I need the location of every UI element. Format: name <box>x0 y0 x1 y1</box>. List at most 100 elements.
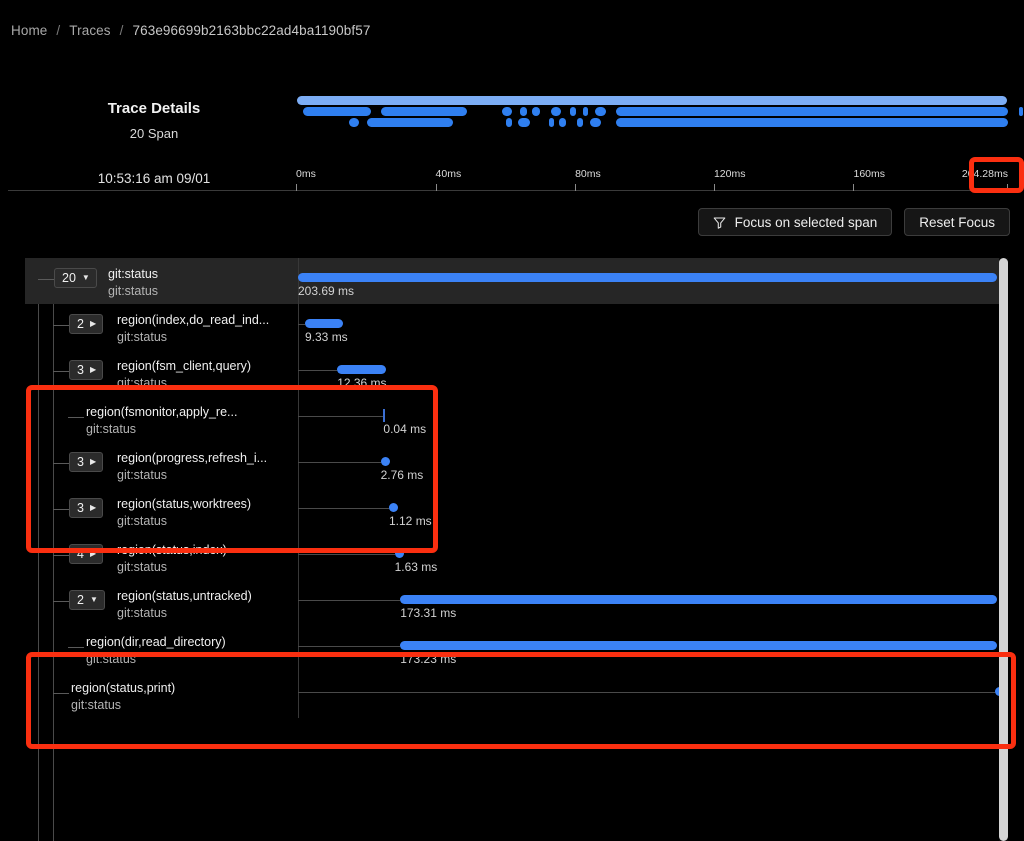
span-leader-line <box>298 646 400 647</box>
span-service-name: git:status <box>86 652 136 666</box>
timeline-tick-label: 0ms <box>296 168 316 180</box>
focus-on-selected-span-button[interactable]: Focus on selected span <box>698 208 893 236</box>
timeline-tick-label: 120ms <box>714 168 746 180</box>
span-duration-label: 1.12 ms <box>389 514 432 528</box>
minimap-span-segment <box>303 107 371 116</box>
span-row[interactable]: 3▶region(fsm_client,query)git:status12.3… <box>25 350 1000 396</box>
span-name: region(fsmonitor,apply_re... <box>86 405 237 419</box>
span-children-toggle[interactable]: 3▶ <box>69 360 103 380</box>
timeline-tick-label: 160ms <box>853 168 885 180</box>
span-service-name: git:status <box>117 376 167 390</box>
minimap-span-segment <box>577 118 583 127</box>
span-children-toggle[interactable]: 3▶ <box>69 498 103 518</box>
timeline-column-divider <box>298 488 299 534</box>
timeline-column-divider <box>298 396 299 442</box>
minimap-span-segment <box>590 118 601 127</box>
minimap-span-segment <box>1019 107 1023 116</box>
timeline-ticks: 0ms40ms80ms120ms160ms204.28ms <box>296 168 1008 192</box>
span-children-toggle[interactable]: 20 ▼ <box>54 268 97 288</box>
minimap-span-segment <box>549 118 554 127</box>
trace-detail-page: Home / Traces / 763e96699b2163bbc22ad4ba… <box>0 0 1024 841</box>
timeline-tick-label: 80ms <box>575 168 601 180</box>
span-duration-bar[interactable] <box>395 549 404 558</box>
breadcrumb-item-trace-id[interactable]: 763e96699b2163bbc22ad4ba1190bf57 <box>133 23 371 38</box>
focus-toolbar: Focus on selected span Reset Focus <box>698 208 1010 236</box>
trace-start-time: 10:53:16 am 09/01 <box>0 171 308 186</box>
span-duration-bar[interactable] <box>305 319 343 328</box>
span-duration-bar[interactable] <box>381 457 391 466</box>
breadcrumb-item-traces[interactable]: Traces <box>69 23 110 38</box>
span-row[interactable]: 2▼ region(status,untracked) git:status 173.… <box>25 580 1000 626</box>
breadcrumb-separator: / <box>120 23 124 38</box>
span-duration-label: 203.69 ms <box>298 284 354 298</box>
span-children-toggle[interactable]: 3▶ <box>69 452 103 472</box>
span-service-name: git:status <box>86 422 136 436</box>
span-duration-bar[interactable] <box>337 365 386 374</box>
span-duration-bar[interactable] <box>383 409 385 422</box>
span-row[interactable]: 3▶region(status,worktrees)git:status1.12… <box>25 488 1000 534</box>
span-name: region(progress,refresh_i... <box>117 451 267 465</box>
span-service-name: git:status <box>108 284 158 298</box>
minimap-row <box>296 107 1008 116</box>
chevron-right-icon: ▶ <box>90 458 96 466</box>
chevron-right-icon: ▶ <box>90 550 96 558</box>
span-row[interactable]: 2▶region(index,do_read_ind...git:status9… <box>25 304 1000 350</box>
span-waterfall-list[interactable]: 20▼git:statusgit:status203.69 ms2▶region… <box>0 258 1024 841</box>
span-name: region(status,worktrees) <box>117 497 251 511</box>
waterfall-scrollbar-thumb[interactable] <box>999 258 1008 841</box>
minimap-span-segment <box>518 118 529 127</box>
span-children-toggle[interactable]: 2▶ <box>69 314 103 334</box>
span-duration-bar[interactable] <box>400 595 996 604</box>
span-row[interactable]: region(dir,read_directory)git:status173.… <box>25 626 1000 672</box>
minimap-span-segment <box>367 118 452 127</box>
span-duration-bar[interactable] <box>298 273 997 282</box>
minimap-span-segment <box>616 107 1008 116</box>
timeline-column-divider <box>298 442 299 488</box>
reset-focus-button[interactable]: Reset Focus <box>904 208 1010 236</box>
span-children-count: 2 <box>77 318 84 331</box>
timeline-column-divider <box>298 626 299 672</box>
breadcrumb-item-home[interactable]: Home <box>11 23 47 38</box>
timeline-tick-mark <box>714 184 715 191</box>
reset-focus-button-label: Reset Focus <box>919 215 995 230</box>
tree-connector <box>53 371 69 372</box>
span-children-count: 20 <box>62 272 76 285</box>
span-name: region(status,untracked) <box>117 589 252 603</box>
span-row[interactable]: region(fsmonitor,apply_re...git:status0.… <box>25 396 1000 442</box>
span-leader-line <box>298 692 995 693</box>
timeline-column-divider <box>298 534 299 580</box>
span-leader-line <box>298 554 395 555</box>
span-children-toggle[interactable]: 2▼ <box>69 590 105 610</box>
span-row[interactable]: 3▶ region(progress,refresh_i... git:status… <box>25 442 1000 488</box>
chevron-right-icon: ▶ <box>90 366 96 374</box>
minimap-span-segment <box>506 118 512 127</box>
span-row[interactable]: region(status,print)git:status <box>25 672 1000 718</box>
span-duration-label: 12.36 ms <box>337 376 386 390</box>
timeline-column-divider <box>298 304 299 350</box>
minimap-span-segment <box>551 107 561 116</box>
span-service-name: git:status <box>117 560 167 574</box>
timeline-tick-mark <box>296 184 297 191</box>
tree-connector <box>68 417 84 418</box>
timeline-column-divider <box>298 672 299 718</box>
trace-minimap[interactable] <box>296 96 1008 136</box>
page-title: Trace Details <box>0 100 308 117</box>
focus-button-label: Focus on selected span <box>735 215 878 230</box>
minimap-row <box>296 96 1008 105</box>
filter-funnel-icon <box>713 216 726 229</box>
breadcrumb-separator: / <box>56 23 60 38</box>
span-leader-line <box>298 462 381 463</box>
chevron-down-icon: ▼ <box>82 274 90 282</box>
span-service-name: git:status <box>117 606 167 620</box>
span-row[interactable]: 4▶region(status,index)git:status1.63 ms <box>25 534 1000 580</box>
timeline-column-divider <box>298 580 299 626</box>
span-duration-label: 173.31 ms <box>400 606 456 620</box>
timeline-column-divider <box>298 350 299 396</box>
minimap-row <box>296 118 1008 127</box>
span-service-name: git:status <box>117 468 167 482</box>
span-row[interactable]: 20▼git:statusgit:status203.69 ms <box>25 258 1000 304</box>
span-children-toggle[interactable]: 4▶ <box>69 544 103 564</box>
span-duration-bar[interactable] <box>389 503 398 512</box>
breadcrumb: Home / Traces / 763e96699b2163bbc22ad4ba… <box>11 23 370 38</box>
span-duration-bar[interactable] <box>400 641 996 650</box>
